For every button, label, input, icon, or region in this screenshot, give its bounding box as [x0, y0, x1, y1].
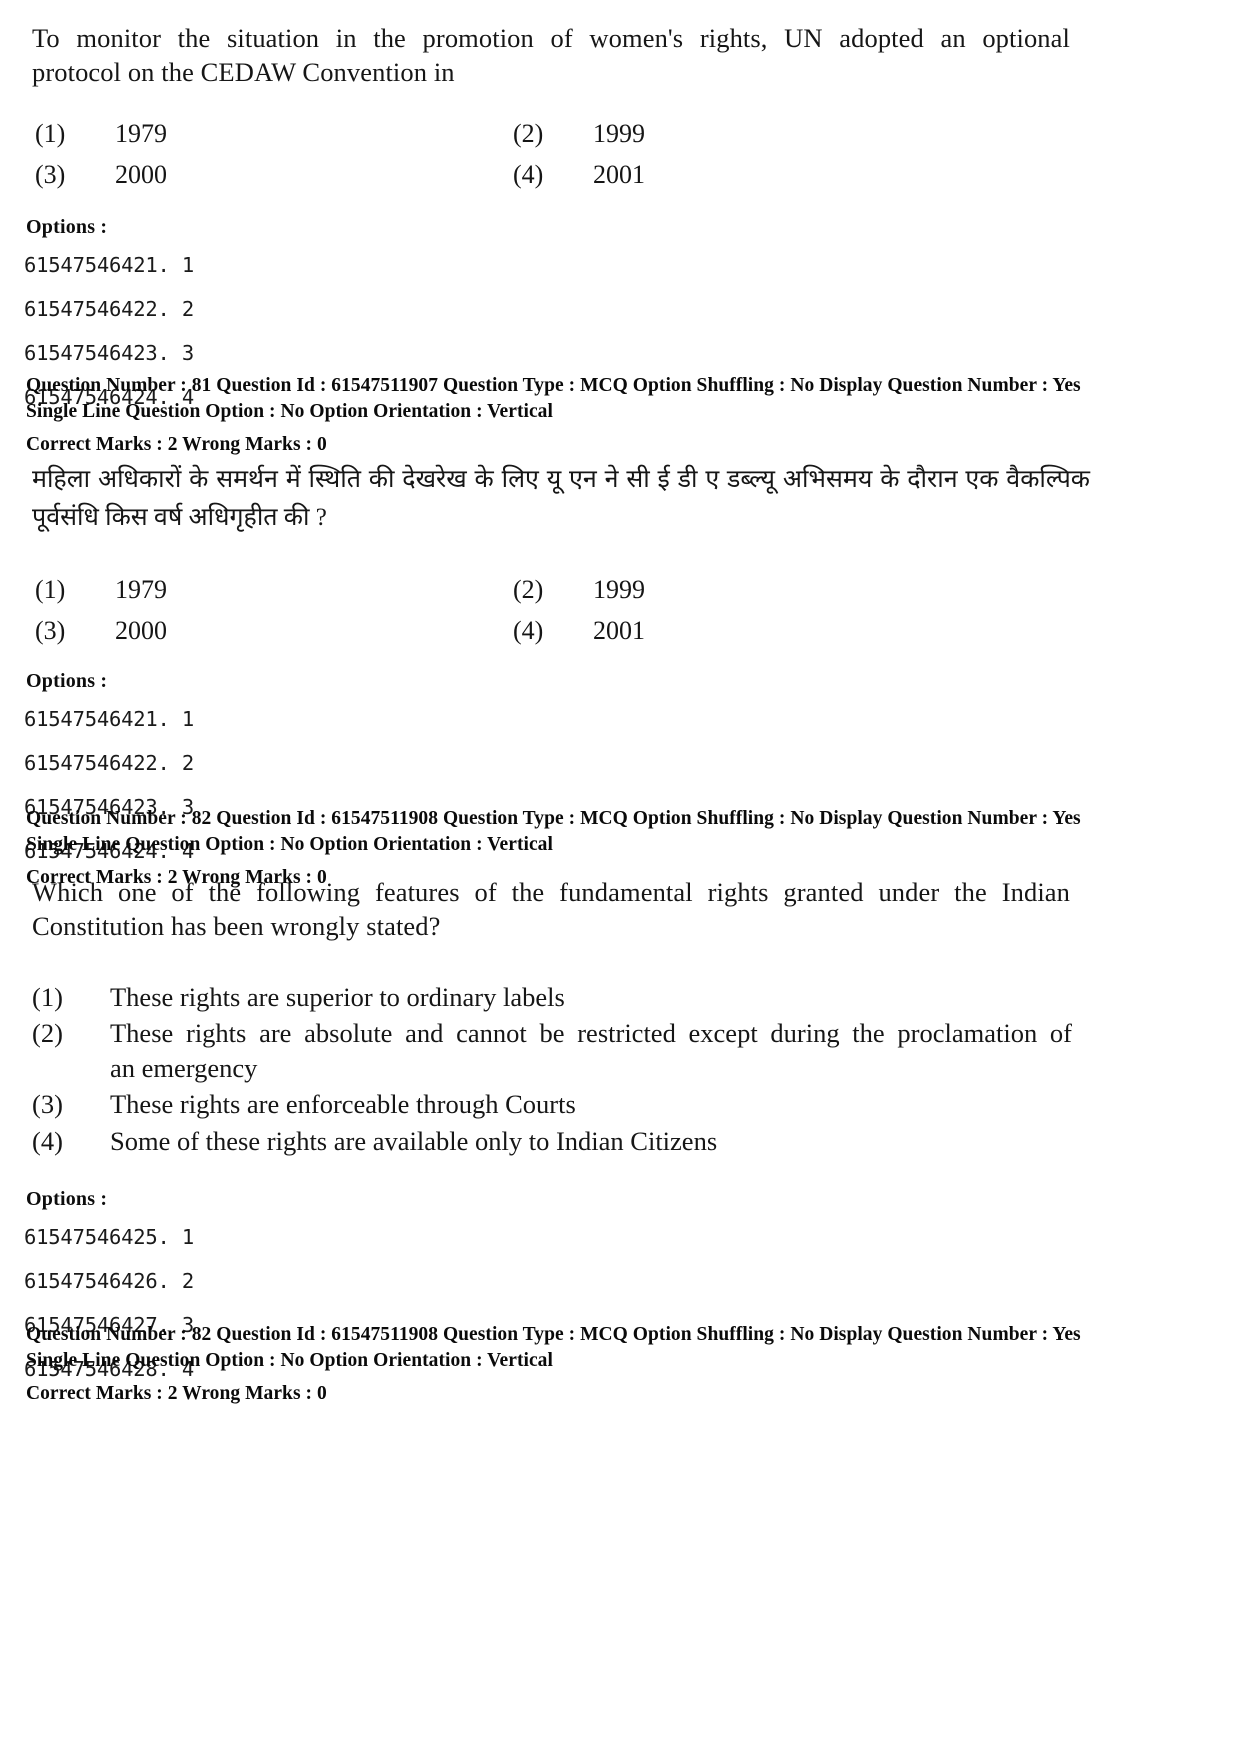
- choice-value-3[interactable]: 2000: [93, 615, 513, 646]
- exam-question-paper-page: To monitor the situation in the promotio…: [0, 0, 1240, 1754]
- choice-text-1: These rights are superior to ordinary la…: [110, 981, 565, 1012]
- option-id-2: 61547546422. 2: [24, 751, 194, 776]
- choice-value-4[interactable]: 2001: [571, 615, 1240, 646]
- question-stem-line-2: protocol on the CEDAW Convention in: [32, 56, 455, 87]
- question-stem-hindi-line-1: महिला अधिकारों के समर्थन में स्थिति की द…: [32, 466, 1090, 493]
- option-id-3: 61547546423. 3: [24, 341, 194, 366]
- choice-number-4: (4): [513, 616, 544, 646]
- option-id-1: 61547546421. 1: [24, 253, 194, 278]
- answer-choices-81-hindi: (1) 1979 (2) 1999 (3) 2000 (4) 2001: [0, 574, 1240, 646]
- option-id-1: 61547546421. 1: [24, 707, 194, 732]
- choice-text-2-line-1: These rights are absolute and cannot be …: [110, 1018, 1072, 1049]
- question-stem-hindi-line-2: पूर्वसंधि किस वर्ष अधिगृहीत की ?: [32, 503, 327, 531]
- choice-value-4[interactable]: 2001: [571, 159, 1240, 190]
- choice-number-3: (3): [32, 1089, 63, 1120]
- choice-value-1[interactable]: 1979: [93, 574, 513, 605]
- option-id-2: 61547546422. 2: [24, 297, 194, 322]
- option-id-1: 61547546425. 1: [24, 1225, 194, 1249]
- choice-value-2[interactable]: 1999: [571, 574, 1240, 605]
- question-block-81-english: To monitor the situation in the promotio…: [0, 22, 1240, 429]
- options-label: Options :: [26, 1188, 108, 1210]
- metadata-line-2: Single Line Question Option : No Option …: [26, 833, 553, 855]
- answer-choices-81-english: (1) 1979 (2) 1999 (3) 2000 (4) 2001: [0, 118, 1240, 190]
- choice-number-2: (2): [32, 1018, 63, 1049]
- choice-text-2-line-2: an emergency: [110, 1052, 258, 1083]
- question-stem-line-1: To monitor the situation in the promotio…: [32, 23, 1070, 53]
- choice-number-4: (4): [513, 160, 544, 189]
- answer-choices-82-english: (1) These rights are superior to ordinar…: [0, 980, 1240, 1158]
- choice-row-4[interactable]: (4) Some of these rights are available o…: [32, 1124, 1240, 1158]
- option-id-2: 61547546426. 2: [24, 1269, 194, 1293]
- choice-number-3: (3): [35, 616, 66, 646]
- choice-number-4: (4): [32, 1125, 63, 1156]
- question-stem-line-2: Constitution has been wrongly stated?: [32, 910, 441, 941]
- question-stem-line-1: Which one of the following features of t…: [32, 877, 1070, 907]
- choice-row-1[interactable]: (1) These rights are superior to ordinar…: [32, 980, 1240, 1014]
- question-stem-81-english: To monitor the situation in the promotio…: [0, 22, 1240, 90]
- metadata-line-1: Question Number : 82 Question Id : 61547…: [26, 808, 1081, 829]
- choice-number-1: (1): [35, 118, 66, 148]
- choice-value-2[interactable]: 1999: [571, 118, 1240, 149]
- choice-text-3: These rights are enforceable through Cou…: [110, 1089, 576, 1120]
- choice-number-2: (2): [513, 575, 544, 604]
- choice-number-1: (1): [32, 981, 63, 1012]
- question-metadata-82-bottom: Question Number : 82 Question Id : 61547…: [0, 1322, 1240, 1407]
- metadata-line-3: Correct Marks : 2 Wrong Marks : 0: [26, 1383, 327, 1405]
- choice-text-2: These rights are absolute and cannot be …: [110, 1016, 1240, 1085]
- question-stem-82-english: Which one of the following features of t…: [0, 876, 1240, 944]
- metadata-line-2: Single Line Question Option : No Option …: [26, 400, 553, 422]
- metadata-line-1: Question Number : 81 Question Id : 61547…: [26, 375, 1081, 396]
- choice-value-3[interactable]: 2000: [93, 159, 513, 190]
- choice-number-1: (1): [35, 575, 66, 604]
- options-label: Options :: [26, 216, 108, 239]
- choice-value-1[interactable]: 1979: [93, 118, 513, 149]
- metadata-line-1: Question Number : 82 Question Id : 61547…: [26, 1324, 1081, 1345]
- metadata-line-2: Single Line Question Option : No Option …: [26, 1349, 553, 1371]
- choice-text-4: Some of these rights are available only …: [110, 1125, 718, 1156]
- choice-number-2: (2): [513, 118, 544, 148]
- question-stem-81-hindi: महिला अधिकारों के समर्थन में स्थिति की द…: [0, 461, 1240, 536]
- options-label: Options :: [26, 670, 108, 693]
- choice-row-2[interactable]: (2) These rights are absolute and cannot…: [32, 1016, 1240, 1085]
- choice-number-3: (3): [35, 160, 66, 189]
- choice-row-3[interactable]: (3) These rights are enforceable through…: [32, 1087, 1240, 1121]
